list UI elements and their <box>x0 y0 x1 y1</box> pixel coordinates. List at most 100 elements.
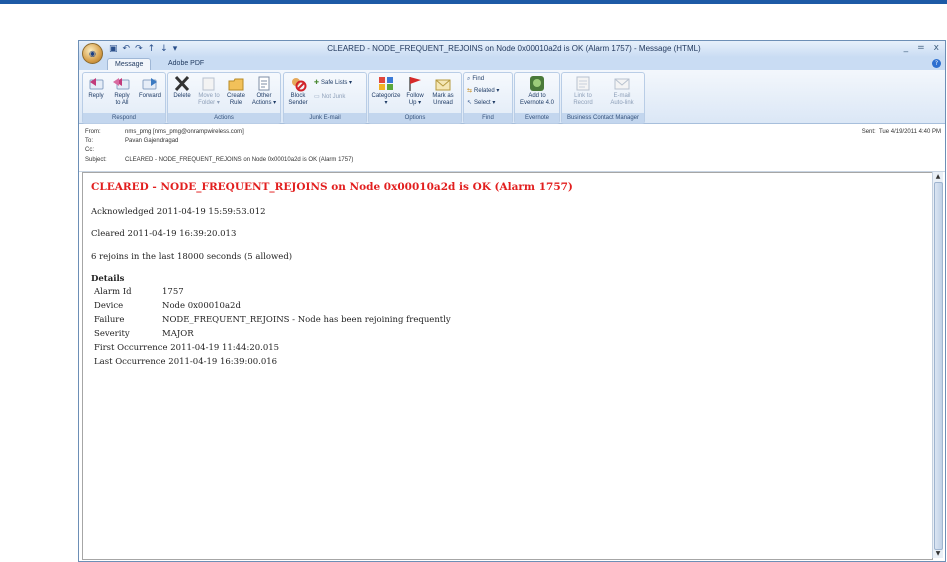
reply-icon <box>89 78 104 90</box>
office-button[interactable]: ◉ <box>82 43 103 64</box>
vertical-scrollbar[interactable]: ▲ ▼ <box>932 172 943 558</box>
evernote-icon <box>530 76 544 91</box>
ribbon: Reply Reply to All Forward Respond Delete… <box>79 70 945 124</box>
delete-button[interactable]: Delete <box>170 75 194 100</box>
customize-icon[interactable]: ▾ <box>173 42 178 56</box>
detail-label: Failure <box>94 315 125 325</box>
subject-value: CLEARED - NODE_FREQUENT_REJOINS on Node … <box>125 157 354 163</box>
cc-label: Cc: <box>85 147 94 153</box>
group-respond: Reply Reply to All Forward Respond <box>82 72 166 124</box>
detail-label: Alarm Id <box>94 287 132 297</box>
title-bar: ▣ ↶ ↷ ↑ ↓ ▾ CLEARED - NODE_FREQUENT_REJO… <box>79 41 945 57</box>
move-to-folder-button[interactable]: Move to Folder ▾ <box>196 75 222 107</box>
mark-unread-icon <box>435 79 451 91</box>
detail-value: NODE_FREQUENT_REJOINS - Node has been re… <box>162 315 451 325</box>
rejoins-line: 6 rejoins in the last 18000 seconds (5 a… <box>91 252 293 262</box>
related-icon: ⇆ <box>467 88 473 94</box>
mark-as-unread-button[interactable]: Mark as Unread <box>429 75 457 107</box>
group-label-respond: Respond <box>83 113 165 123</box>
scroll-down-icon[interactable]: ▼ <box>933 549 943 558</box>
reply-all-button[interactable]: Reply to All <box>109 75 135 107</box>
group-label-evernote: Evernote <box>515 113 559 123</box>
other-actions-button[interactable]: Other Actions ▾ <box>250 75 278 107</box>
add-to-evernote-button[interactable]: Add to Evernote 4.0 <box>516 75 558 107</box>
group-actions: Delete Move to Folder ▾ Create Rule Other A… <box>167 72 281 124</box>
group-label-options: Options <box>369 113 461 123</box>
not-junk-icon: ▭ <box>314 94 320 100</box>
group-label-business-contact-manager: Business Contact Manager <box>562 113 644 123</box>
detail-value: MAJOR <box>162 329 194 339</box>
message-body: CLEARED - NODE_FREQUENT_REJOINS on Node … <box>82 172 933 560</box>
alarm-headline: CLEARED - NODE_FREQUENT_REJOINS on Node … <box>91 181 573 193</box>
close-button[interactable]: x <box>934 42 939 54</box>
create-rule-button[interactable]: Create Rule <box>224 75 248 107</box>
follow-up-button[interactable]: Follow Up ▾ <box>403 75 427 107</box>
group-find: ⌕ Find ⇆ Related ▾ ↖ Select ▾ Find <box>463 72 513 124</box>
select-button[interactable]: ↖ Select ▾ <box>467 99 495 108</box>
undo-icon[interactable]: ↶ <box>123 42 131 56</box>
categorize-icon <box>379 77 393 90</box>
follow-up-flag-icon <box>409 77 421 91</box>
redo-icon[interactable]: ↷ <box>135 42 143 56</box>
block-sender-button[interactable]: Block Sender <box>286 75 310 107</box>
related-button[interactable]: ⇆ Related ▾ <box>467 87 499 96</box>
first-occurrence-line: First Occurrence 2011-04-19 11:44:20.015 <box>94 343 280 353</box>
group-label-junk-email: Junk E-mail <box>284 113 366 123</box>
group-label-find: Find <box>464 113 512 123</box>
safe-lists-button[interactable]: ✚ Safe Lists ▾ <box>314 79 352 88</box>
safe-lists-icon: ✚ <box>314 80 320 86</box>
detail-label: Severity <box>94 329 130 339</box>
help-icon[interactable]: ? <box>932 59 941 68</box>
save-icon[interactable]: ▣ <box>109 42 118 56</box>
minimize-button[interactable]: _ <box>904 42 909 54</box>
from-row: From: nms_pmg [nms_pmg@onrampwireless.com… <box>85 128 244 136</box>
other-actions-icon <box>258 76 270 91</box>
detail-row: Severity MAJOR <box>94 329 194 339</box>
link-record-icon <box>576 76 590 91</box>
detail-value: 1757 <box>162 287 184 297</box>
maximize-button[interactable]: = <box>917 42 925 54</box>
acknowledged-line: Acknowledged 2011-04-19 15:59:53.012 <box>91 207 266 217</box>
detail-row: Alarm Id 1757 <box>94 287 184 297</box>
window-title: CLEARED - NODE_FREQUENT_REJOINS on Node … <box>327 44 701 53</box>
details-heading: Details <box>91 274 125 284</box>
ribbon-tabs: Message Adobe PDF ? <box>79 57 945 71</box>
group-options: Categorize ▾ Follow Up ▾ Mark as Unread Opt… <box>368 72 462 124</box>
top-accent-line <box>0 0 947 4</box>
down-icon[interactable]: ↓ <box>160 42 168 56</box>
sent-label: Sent: <box>861 129 876 135</box>
reply-button[interactable]: Reply <box>85 75 107 100</box>
select-icon: ↖ <box>467 100 473 106</box>
forward-button[interactable]: Forward <box>137 75 163 100</box>
delete-icon <box>174 75 190 92</box>
up-icon[interactable]: ↑ <box>148 42 156 56</box>
group-label-actions: Actions <box>168 113 280 123</box>
group-evernote: Add to Evernote 4.0 Evernote <box>514 72 560 124</box>
link-to-record-button[interactable]: Link to Record <box>566 75 600 107</box>
tab-adobe-pdf[interactable]: Adobe PDF <box>161 58 211 70</box>
scroll-up-icon[interactable]: ▲ <box>933 172 943 181</box>
from-label: From: <box>85 129 101 135</box>
block-sender-icon <box>292 78 307 92</box>
detail-row: Failure NODE_FREQUENT_REJOINS - Node has … <box>94 315 451 325</box>
not-junk-button[interactable]: ▭ Not Junk <box>314 93 345 102</box>
to-value[interactable]: Pavan Gajendragad <box>125 138 178 144</box>
window-controls: _ = x <box>904 42 939 54</box>
detail-value: Node 0x00010a2d <box>162 301 241 311</box>
last-occurrence-line: Last Occurrence 2011-04-19 16:39:00.016 <box>94 357 278 367</box>
find-button[interactable]: ⌕ Find <box>467 75 484 84</box>
email-auto-link-button[interactable]: E-mail Auto-link <box>604 75 640 107</box>
scroll-thumb[interactable] <box>934 182 943 550</box>
categorize-button[interactable]: Categorize ▾ <box>371 75 401 107</box>
detail-row: Device Node 0x00010a2d <box>94 301 241 311</box>
subject-label: Subject: <box>85 157 107 163</box>
cleared-line: Cleared 2011-04-19 16:39:20.013 <box>91 229 237 239</box>
message-header: From: nms_pmg [nms_pmg@onrampwireless.com… <box>79 124 945 172</box>
outlook-message-window: ▣ ↶ ↷ ↑ ↓ ▾ CLEARED - NODE_FREQUENT_REJO… <box>78 40 946 562</box>
subject-row: Subject: CLEARED - NODE_FREQUENT_REJOINS … <box>85 156 353 164</box>
from-value[interactable]: nms_pmg [nms_pmg@onrampwireless.com] <box>125 129 244 135</box>
group-business-contact-manager: Link to Record E-mail Auto-link Business C… <box>561 72 645 124</box>
group-junk-email: Block Sender ✚ Safe Lists ▾ ▭ Not Junk Junk… <box>283 72 367 124</box>
cc-row: Cc: <box>85 146 125 154</box>
forward-icon <box>142 78 157 90</box>
